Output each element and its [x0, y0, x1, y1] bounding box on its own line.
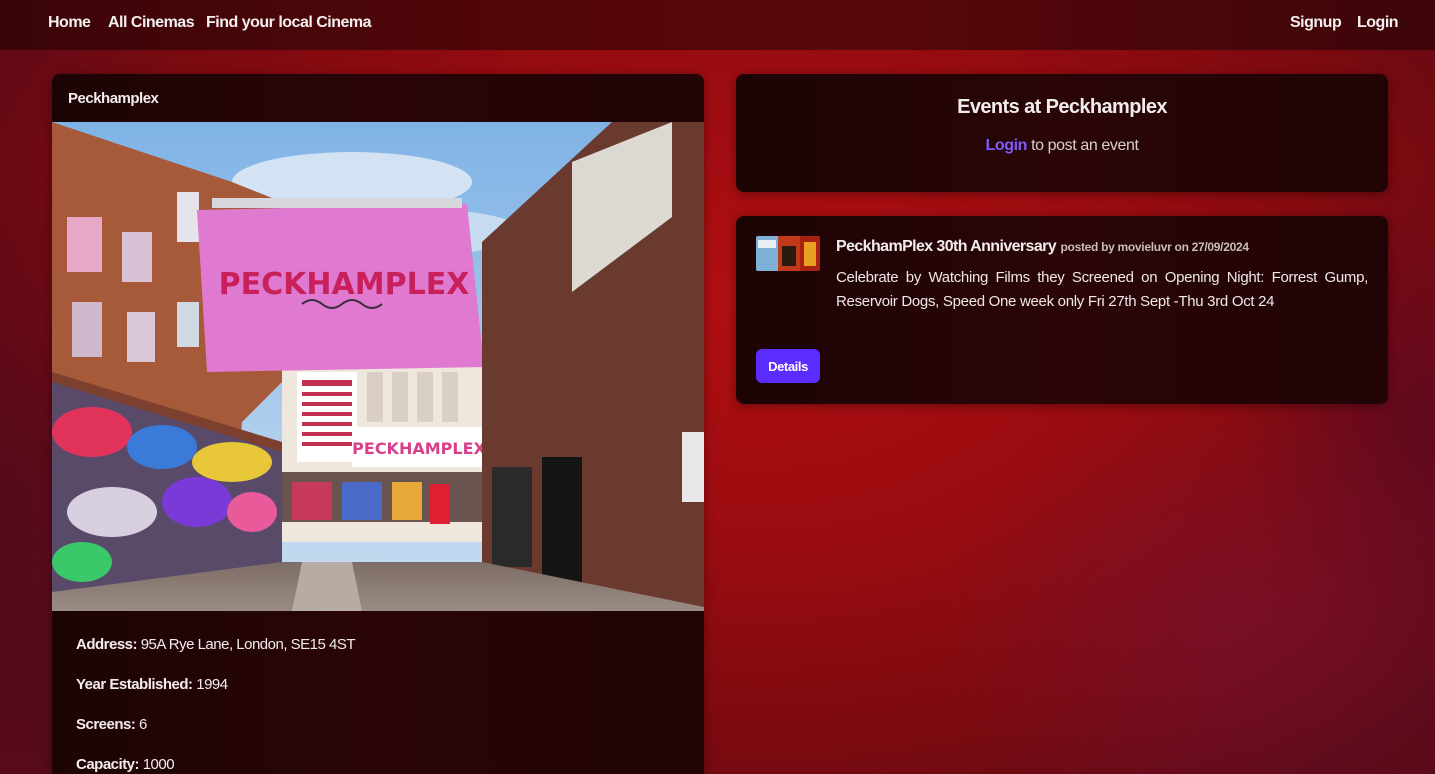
capacity-value: 1000: [142, 756, 175, 773]
events-title: Events at Peckhamplex: [957, 96, 1167, 118]
event-meta: posted by movieluvr on 27/09/2024: [1060, 240, 1249, 254]
nav-login-link[interactable]: Login: [1357, 14, 1399, 32]
screens-row: Screens: 6: [76, 716, 676, 756]
cinema-card: Peckhamplex PECKHAMPLEX PECKHAMPLEX Addr…: [52, 74, 704, 774]
event-description: Celebrate by Watching Films they Screene…: [836, 269, 1368, 310]
event-title[interactable]: PeckhamPlex 30th Anniversary: [836, 238, 1057, 255]
events-login-suffix: to post an event: [1031, 137, 1139, 154]
events-login-link[interactable]: Login: [985, 137, 1027, 154]
nav-find-cinema-link[interactable]: Find your local Cinema: [206, 14, 372, 32]
cinema-photo: PECKHAMPLEX PECKHAMPLEX: [52, 122, 704, 611]
event-details-button[interactable]: Details: [756, 349, 820, 383]
nav-home-link[interactable]: Home: [48, 14, 91, 32]
nav-all-cinemas-link[interactable]: All Cinemas: [108, 14, 195, 32]
nav-signup-link[interactable]: Signup: [1290, 14, 1342, 32]
address-label: Address:: [76, 636, 138, 653]
event-body: PeckhamPlex 30th Anniversary posted by m…: [836, 238, 1368, 314]
capacity-row: Capacity: 1000: [76, 756, 676, 774]
billboard-sign-text: PECKHAMPLEX: [219, 267, 470, 302]
screens-value: 6: [139, 716, 147, 733]
screens-label: Screens:: [76, 716, 136, 733]
year-label: Year Established:: [76, 676, 193, 693]
address-row: Address: 95A Rye Lane, London, SE15 4ST: [76, 636, 676, 676]
cinema-name: Peckhamplex: [68, 90, 159, 107]
events-login-prompt: Login to post an event: [736, 137, 1388, 155]
address-value: 95A Rye Lane, London, SE15 4ST: [140, 636, 356, 653]
top-navbar: Home All Cinemas Find your local Cinema …: [0, 0, 1435, 50]
year-row: Year Established: 1994: [76, 676, 676, 716]
capacity-label: Capacity:: [76, 756, 140, 773]
event-thumbnail: [756, 236, 820, 271]
svg-text:PECKHAMPLEX: PECKHAMPLEX: [352, 439, 486, 458]
cinema-info: Address: 95A Rye Lane, London, SE15 4ST …: [76, 636, 676, 774]
event-card: PeckhamPlex 30th Anniversary posted by m…: [736, 216, 1388, 404]
year-value: 1994: [196, 676, 228, 693]
events-panel: Events at Peckhamplex Login to post an e…: [736, 74, 1388, 192]
